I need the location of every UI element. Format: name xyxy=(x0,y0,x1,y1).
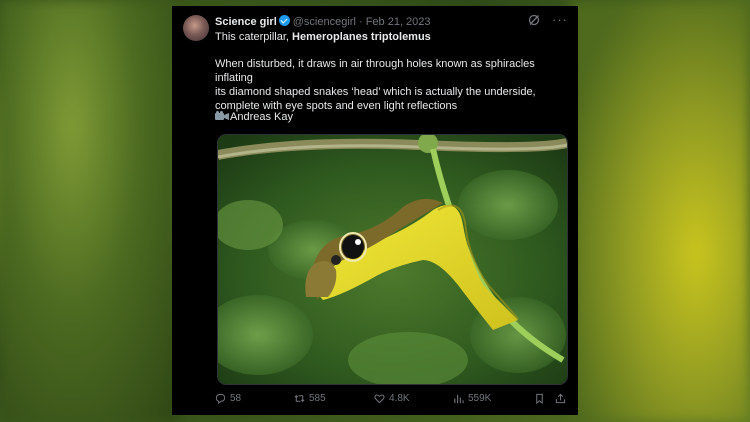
bookmark-button[interactable] xyxy=(534,393,545,404)
tweet-first-line: This caterpillar, Hemeroplanes triptolem… xyxy=(215,31,431,43)
display-name[interactable]: Science girl xyxy=(215,16,277,28)
views-count: 559K xyxy=(468,393,492,404)
tweet-photo[interactable] xyxy=(217,134,568,385)
verified-badge-icon xyxy=(278,15,290,26)
credit-name: Andreas Kay xyxy=(230,111,293,123)
repost-button[interactable]: 585 xyxy=(294,393,326,404)
camera-icon xyxy=(215,111,229,120)
caterpillar-image xyxy=(218,135,567,384)
handle[interactable]: @sciencegirl xyxy=(293,16,356,28)
tweet-body: When disturbed, it draws in air through … xyxy=(215,58,536,112)
photo-credit: Andreas Kay xyxy=(215,111,293,123)
intro-text: This caterpillar, xyxy=(215,31,289,43)
reply-icon xyxy=(215,393,226,404)
share-icon xyxy=(555,393,566,404)
like-icon xyxy=(374,394,385,404)
tweet-header: Science girl @sciencegirl · Feb 21, 2023 xyxy=(215,15,431,28)
more-icon[interactable]: ··· xyxy=(552,13,568,26)
post-date[interactable]: Feb 21, 2023 xyxy=(366,16,431,28)
background-blur-left xyxy=(0,0,180,422)
avatar[interactable] xyxy=(183,15,209,41)
reply-button[interactable]: 58 xyxy=(215,393,241,404)
grok-icon[interactable] xyxy=(528,14,540,26)
bookmark-icon xyxy=(536,393,543,404)
views-button[interactable]: 559K xyxy=(453,393,491,404)
share-button[interactable] xyxy=(555,393,566,404)
species-name: Hemeroplanes triptolemus xyxy=(292,31,431,43)
views-icon xyxy=(454,394,464,404)
header-icons: ··· xyxy=(528,13,568,26)
repost-icon xyxy=(294,395,305,402)
separator-dot: · xyxy=(358,16,363,28)
like-count: 4.8K xyxy=(389,393,410,404)
action-bar: 58 585 4.8K 559K xyxy=(215,393,567,407)
background-blur-right xyxy=(570,0,750,422)
tweet-card[interactable]: Science girl @sciencegirl · Feb 21, 2023 … xyxy=(172,6,578,415)
reply-count: 58 xyxy=(230,393,242,404)
like-button[interactable]: 4.8K xyxy=(374,393,410,404)
repost-count: 585 xyxy=(309,393,326,404)
